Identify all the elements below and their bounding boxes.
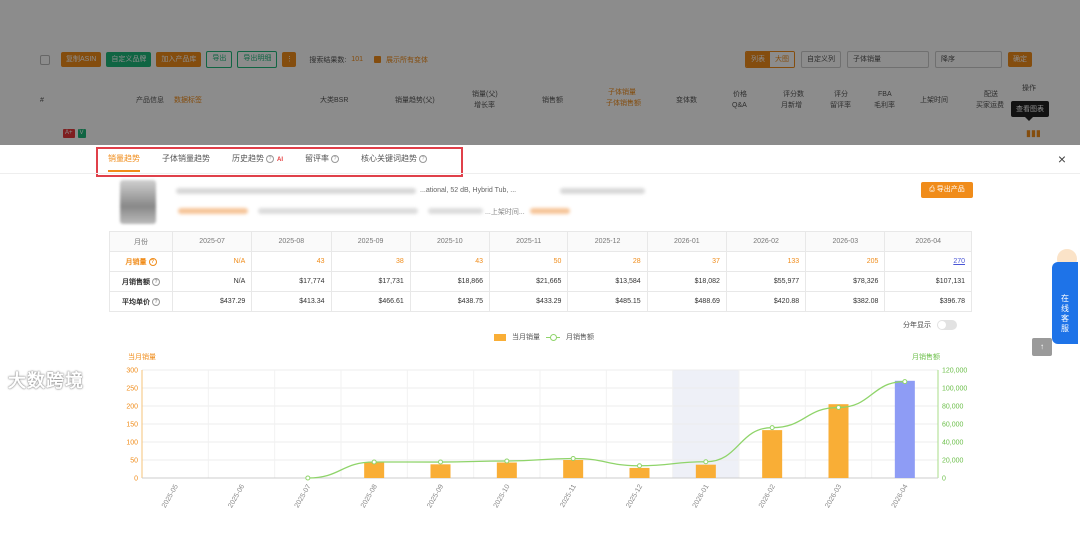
y-left-tick-label: 0: [134, 476, 138, 483]
line-point: [703, 459, 709, 465]
y-right-tick-label: 100,000: [942, 386, 967, 393]
modal-overlay[interactable]: [0, 0, 1080, 145]
y-left-tick-label: 150: [126, 422, 138, 429]
tab-history-trend[interactable]: 历史趋势? AI: [232, 152, 283, 172]
help-icon: ?: [266, 155, 274, 163]
x-tick-label: 2026-01: [692, 483, 711, 509]
line-point: [570, 456, 576, 462]
line-point: [504, 458, 510, 464]
blurred-title-end: [560, 188, 645, 194]
line-point: [305, 475, 311, 481]
back-to-top-button[interactable]: ↑: [1032, 338, 1052, 356]
y-left-tick-label: 250: [126, 386, 138, 393]
blurred-meta-2: [428, 208, 483, 214]
legend-line-label[interactable]: 月销售额: [566, 332, 594, 342]
line-point: [637, 463, 642, 469]
x-tick-label: 2025-05: [161, 483, 180, 509]
product-sub: ...上架时间...: [485, 209, 525, 216]
line-point: [371, 459, 377, 465]
line-point: [438, 459, 443, 465]
line-point: [902, 379, 908, 385]
blurred-meta: [258, 208, 418, 214]
product-title: ...ational, 52 dB, Hybrid Tub, ...: [420, 187, 517, 194]
trend-modal: 销量趋势 子体销量趋势 历史趋势? AI 留评率? 核心关键词趋势? × ...a…: [0, 145, 1080, 542]
x-tick-label: 2026-03: [824, 483, 843, 509]
bar-mark: [364, 462, 385, 478]
close-icon[interactable]: ×: [1058, 151, 1066, 167]
tab-keyword-trend[interactable]: 核心关键词趋势?: [361, 152, 427, 172]
online-service-button[interactable]: 在线客服: [1052, 262, 1078, 344]
export-product-button[interactable]: ⎙ 导出产品: [921, 182, 973, 198]
blurred-title: [176, 188, 416, 194]
line-point: [769, 425, 775, 431]
bar-mark: [762, 430, 783, 478]
y-left-tick-label: 300: [126, 368, 138, 375]
year-toggle-switch[interactable]: [937, 320, 957, 330]
y-right-tick-label: 20,000: [942, 458, 964, 465]
modal-tabs: 销量趋势 子体销量趋势 历史趋势? AI 留评率? 核心关键词趋势?: [108, 152, 427, 172]
tab-child-sales-trend[interactable]: 子体销量趋势: [162, 152, 210, 172]
table-row: 月销量? N/A 43 38 43 50 28 37 133 205 270: [109, 251, 972, 272]
tab-sales-trend[interactable]: 销量趋势: [108, 152, 140, 172]
bar-mark: [496, 462, 517, 478]
year-toggle-label: 分年显示: [903, 322, 931, 329]
legend-line-swatch[interactable]: [546, 333, 560, 341]
blurred-brand: [178, 208, 248, 214]
y-left-tick-label: 200: [126, 404, 138, 411]
monthly-table: 月份 2025-07 2025-08 2025-09 2025-10 2025-…: [109, 231, 972, 312]
product-thumbnail[interactable]: [120, 180, 156, 224]
y-right-axis-label: 月销售额: [912, 352, 940, 361]
table-row: 月销售额? N/A $17,774 $17,731 $18,866 $21,66…: [109, 271, 972, 292]
tab-review-rate[interactable]: 留评率?: [305, 152, 339, 172]
blurred-meta-3: [530, 208, 570, 214]
y-left-tick-label: 100: [126, 440, 138, 447]
y-left-axis-label: 当月销量: [128, 352, 156, 361]
ai-badge: AI: [277, 157, 283, 163]
bar-mark: [563, 460, 584, 478]
x-tick-label: 2025-06: [227, 483, 246, 509]
bar-mark: [430, 464, 451, 478]
y-right-tick-label: 40,000: [942, 440, 964, 447]
x-tick-label: 2025-12: [625, 483, 644, 509]
x-tick-label: 2025-08: [360, 483, 379, 509]
y-right-tick-label: 60,000: [942, 422, 964, 429]
sales-trend-chart: 0 0 50 20,000 100 40,000 150 60,000 200 80,000 250…: [126, 352, 967, 509]
y-left-tick-label: 50: [130, 458, 138, 465]
line-point: [836, 405, 841, 411]
bar-mark: [828, 404, 849, 478]
bar-mark: [894, 380, 915, 478]
y-right-tick-label: 80,000: [942, 404, 964, 411]
online-service-label: 在线客服: [1061, 294, 1069, 333]
help-icon: ?: [152, 297, 160, 306]
current-month-link[interactable]: 270: [884, 251, 972, 272]
help-icon: ?: [419, 155, 427, 163]
brand-watermark: 大数跨境: [8, 371, 84, 391]
help-icon: ?: [331, 155, 339, 163]
bar-mark: [629, 467, 650, 478]
table-row: 平均单价? $437.29 $413.34 $466.61 $438.75 $4…: [109, 291, 972, 312]
legend-bar-swatch[interactable]: [494, 333, 506, 341]
y-right-tick-label: 120,000: [942, 368, 967, 375]
x-tick-label: 2025-09: [426, 483, 445, 509]
x-tick-label: 2025-07: [294, 483, 313, 509]
x-tick-label: 2026-02: [758, 483, 777, 509]
x-tick-label: 2025-10: [493, 483, 512, 509]
x-tick-label: 2025-11: [559, 483, 578, 508]
x-tick-label: 2026-04: [891, 483, 910, 509]
legend-bar-label[interactable]: 当月销量: [512, 332, 540, 342]
tabs-divider: [0, 173, 1080, 174]
y-right-tick-label: 0: [942, 476, 946, 483]
year-toggle: 分年显示: [903, 320, 957, 330]
bar-mark: [695, 464, 716, 478]
help-icon: ?: [152, 277, 160, 286]
chart-legend: 当月销量 月销售额: [494, 332, 594, 342]
monthly-table-header: 月份 2025-07 2025-08 2025-09 2025-10 2025-…: [109, 231, 972, 252]
help-icon: ?: [148, 257, 157, 266]
